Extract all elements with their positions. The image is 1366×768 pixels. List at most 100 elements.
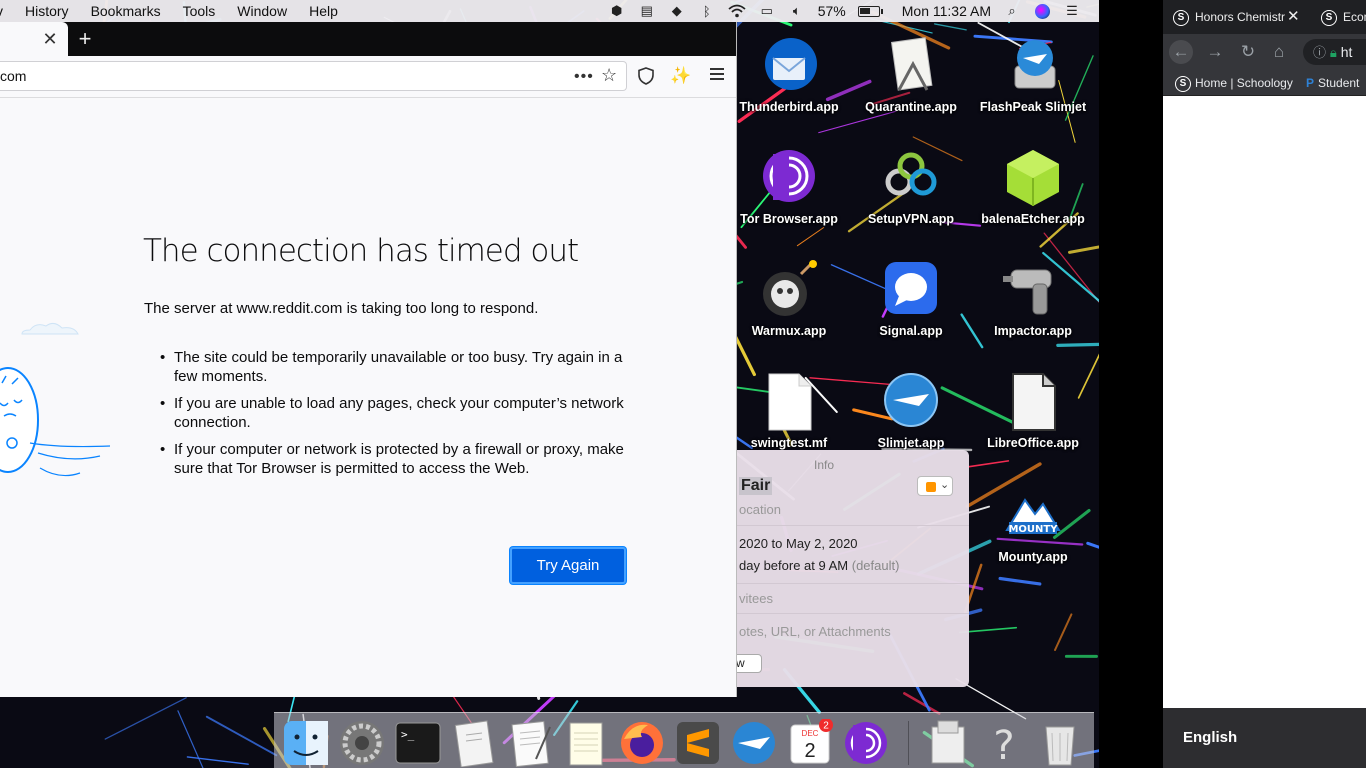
balenaetcher-icon — [1003, 148, 1063, 208]
desktop-icon-label: Quarantine.app — [865, 100, 957, 114]
calendar-color-picker[interactable]: ⌄ — [917, 476, 953, 496]
warmux-icon — [759, 260, 819, 320]
dock: >_ DEC 2 2 ? — [274, 712, 1094, 768]
language-selector[interactable]: English — [1163, 708, 1366, 768]
bluetooth-icon[interactable]: ᛒ — [698, 3, 716, 19]
desktop-icon-balenaetcher[interactable]: balenaEtcher.app — [974, 148, 1092, 228]
navigation-toolbar: com ••• ☆ ✨ — [0, 56, 736, 98]
event-notes-field[interactable]: otes, URL, or Attachments — [739, 624, 891, 639]
menu-window[interactable]: Window — [226, 3, 298, 19]
hamburger-menu-icon[interactable] — [710, 68, 724, 83]
menu-help[interactable]: Help — [298, 3, 349, 19]
desktop-icon-slimjet[interactable]: Slimjet.app — [852, 372, 970, 452]
url-text[interactable]: com — [0, 68, 26, 84]
desktop-icon-swingtest[interactable]: swingtest.mf — [730, 372, 848, 452]
omnibox[interactable]: ⓘ 🔒︎ ht — [1303, 39, 1366, 65]
lock-icon[interactable]: 🔒︎ — [1330, 45, 1337, 60]
event-dates[interactable]: 2020 to May 2, 2020 — [739, 536, 858, 551]
firefox-icon[interactable] — [618, 719, 666, 767]
finder-icon[interactable] — [282, 719, 330, 767]
volume-icon[interactable]: 🔈︎ — [788, 3, 806, 19]
cube-icon[interactable]: ⬢ — [608, 3, 626, 19]
light-streak — [933, 23, 967, 31]
desktop-icon-quarantine[interactable]: Quarantine.app — [852, 36, 970, 116]
calendar-icon[interactable]: DEC 2 2 — [786, 718, 834, 767]
desktop-icon-setupvpn[interactable]: SetupVPN.app — [852, 148, 970, 228]
divider — [737, 525, 969, 526]
desktop-icon-signal[interactable]: Signal.app — [852, 260, 970, 340]
trash-icon[interactable] — [1036, 719, 1084, 767]
notes-icon[interactable] — [562, 719, 610, 767]
schoology-icon: S — [1173, 9, 1189, 26]
info-icon[interactable]: ⓘ — [1313, 45, 1326, 60]
script-editor-icon[interactable] — [450, 719, 498, 768]
bookmark-student[interactable]: P Student — [1306, 70, 1359, 96]
desktop-icon-warmux[interactable]: Warmux.app — [730, 260, 848, 340]
event-title[interactable]: Fair — [739, 477, 773, 495]
desktop-icon-tor-browser[interactable]: Tor Browser.app — [730, 148, 848, 228]
show-button[interactable]: w — [737, 654, 762, 673]
page-actions-icon[interactable]: ••• — [574, 68, 594, 86]
home-icon[interactable]: ⌂ — [1267, 40, 1291, 64]
preview-icon[interactable] — [924, 719, 972, 767]
url-bar[interactable]: com ••• ☆ — [0, 61, 627, 91]
new-identity-broom-icon[interactable]: ✨ — [670, 66, 691, 86]
bookmark-star-icon[interactable]: ☆ — [601, 65, 617, 86]
event-alert[interactable]: day before at 9 AM (default) — [739, 558, 899, 573]
help-icon[interactable]: ? — [980, 719, 1028, 768]
wifi-icon[interactable] — [728, 3, 746, 19]
back-arrow-icon[interactable]: ← — [1169, 40, 1193, 64]
menu-history[interactable]: History — [14, 3, 80, 19]
bookmark-label: Student — [1318, 76, 1360, 90]
flashpeak-slimjet-icon — [1003, 36, 1063, 96]
event-location-field[interactable]: ocation — [739, 502, 781, 517]
divider — [737, 583, 969, 584]
menu-view[interactable]: v — [0, 3, 14, 19]
menu-bookmarks[interactable]: Bookmarks — [80, 3, 172, 19]
desktop-icon-label: Warmux.app — [751, 324, 827, 338]
close-icon[interactable]: ✕ — [1287, 0, 1301, 34]
system-preferences-icon[interactable] — [338, 719, 386, 767]
chrome-toolbar: ← → ↻ ⌂ ⓘ 🔒︎ ht — [1163, 34, 1366, 70]
forward-arrow-icon[interactable]: → — [1203, 40, 1227, 64]
textedit-icon[interactable] — [506, 719, 554, 768]
event-invitees-field[interactable]: vitees — [739, 591, 773, 606]
calendar-badge: 2 — [823, 721, 829, 732]
tab-active[interactable]: ✕ — [0, 22, 68, 56]
sublime-text-icon[interactable] — [674, 719, 722, 767]
desktop-icon-libreoffice[interactable]: LibreOffice.app — [974, 372, 1092, 452]
desktop-icon-mounty[interactable]: MOUNTY Mounty.app — [974, 486, 1092, 566]
popover-header: Info — [813, 458, 834, 472]
reload-icon[interactable]: ↻ — [1236, 40, 1260, 64]
try-again-button[interactable]: Try Again — [510, 547, 626, 584]
battery-percent[interactable]: 57% — [818, 3, 846, 19]
tor-browser-icon[interactable] — [842, 719, 890, 767]
bookmark-schoology[interactable]: S Home | Schoology — [1175, 70, 1293, 96]
drive-icon[interactable]: ▤ — [638, 3, 656, 19]
light-streak — [968, 460, 1010, 468]
battery-icon[interactable] — [857, 5, 883, 17]
tab-econ[interactable]: S Econ — [1321, 0, 1366, 34]
shield-icon[interactable] — [638, 67, 654, 85]
chrome-window: S Honors Chemistr ✕ S Econ ← → ↻ ⌂ ⓘ 🔒︎ ht… — [1163, 0, 1366, 768]
slimjet-icon[interactable] — [730, 719, 778, 767]
desktop-icon-thunderbird[interactable]: Thunderbird.app — [730, 36, 848, 116]
menu-tools[interactable]: Tools — [172, 3, 227, 19]
drop-icon[interactable]: ◆ — [668, 3, 686, 19]
desktop-icon-label: FlashPeak Slimjet — [979, 100, 1087, 114]
calendar-event-popover: Info Fair ⌄ ocation 2020 to May 2, 2020 … — [737, 450, 969, 687]
light-streak — [205, 715, 278, 757]
light-streak — [1056, 342, 1100, 347]
terminal-icon[interactable]: >_ — [394, 719, 442, 767]
new-tab-button[interactable]: + — [74, 26, 96, 52]
desktop-icon-impactor[interactable]: Impactor.app — [974, 260, 1092, 340]
close-icon[interactable]: ✕ — [40, 29, 60, 49]
airplay-icon[interactable]: ▭ — [758, 3, 776, 19]
spotlight-search-icon[interactable]: ⌕ — [1003, 3, 1021, 19]
siri-icon[interactable] — [1033, 3, 1051, 19]
tab-honors-chemistry[interactable]: S Honors Chemistr — [1173, 0, 1301, 34]
menubar: v History Bookmarks Tools Window Help ⬢ … — [0, 0, 1099, 22]
clock[interactable]: Mon 11:32 AM — [902, 3, 991, 19]
desktop-icon-flashpeak-slimjet[interactable]: FlashPeak Slimjet — [974, 36, 1092, 116]
notification-center-icon[interactable]: ☰ — [1063, 3, 1081, 19]
